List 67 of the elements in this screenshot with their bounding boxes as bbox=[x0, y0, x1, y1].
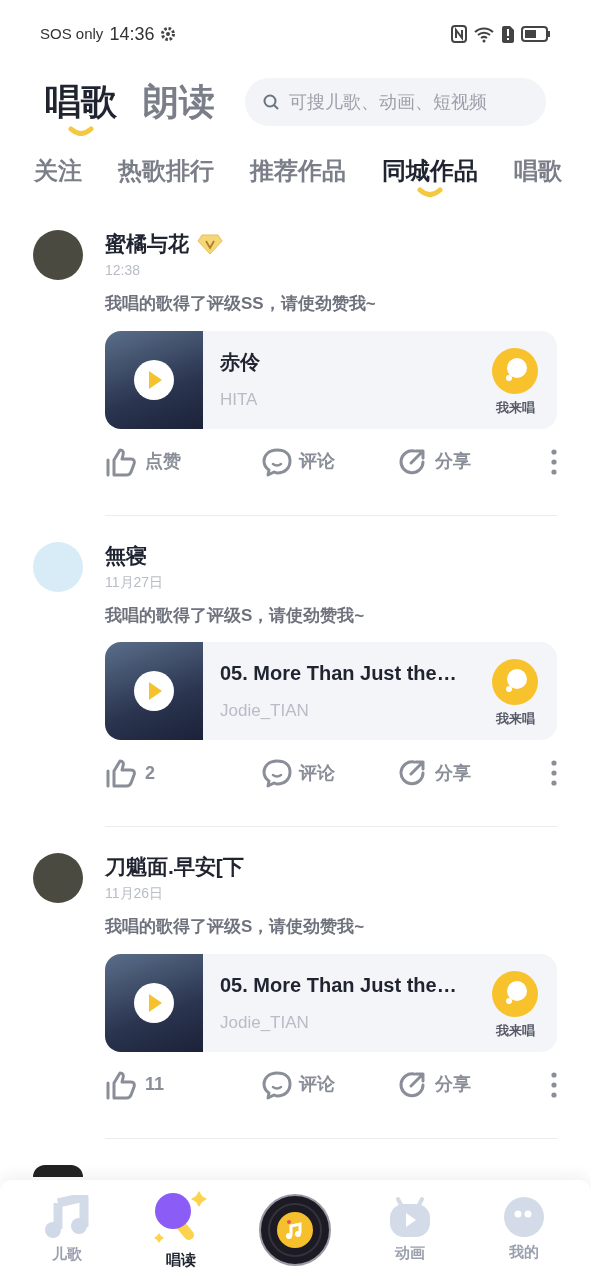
post-time: 12:38 bbox=[105, 261, 142, 280]
post-time: 11月26日 bbox=[105, 884, 165, 903]
song-card[interactable]: 05. More Than Just the… Jodie_TIAN 我来唱 bbox=[105, 953, 557, 1052]
nav-label[interactable]: 儿歌 bbox=[52, 1242, 83, 1266]
carrier-text: SOS only bbox=[40, 23, 104, 44]
like-count[interactable]: 11 bbox=[145, 1071, 165, 1098]
comment-icon[interactable] bbox=[261, 1069, 293, 1100]
vinyl-record-icon[interactable] bbox=[259, 1194, 332, 1266]
post-message: 我唱的歌得了评级S，请使劲赞我~ bbox=[105, 604, 366, 627]
song-title: 赤伶 bbox=[220, 349, 261, 375]
clock: 14:36 bbox=[109, 22, 155, 46]
song-title: 05. More Than Just the… bbox=[220, 972, 458, 998]
comment-label[interactable]: 评论 bbox=[299, 759, 335, 787]
thumbs-up-icon[interactable] bbox=[105, 446, 139, 477]
header-tab[interactable]: 唱歌 bbox=[45, 80, 117, 124]
play-icon[interactable] bbox=[134, 671, 174, 711]
category-tab[interactable]: 唱歌 bbox=[514, 153, 562, 189]
play-icon[interactable] bbox=[134, 359, 174, 400]
category-tab[interactable]: 同城作品 bbox=[382, 153, 478, 189]
search-field[interactable]: 可搜儿歌、动画、短视频 bbox=[245, 78, 546, 126]
nav-label[interactable]: 我的 bbox=[508, 1240, 539, 1264]
more-icon[interactable] bbox=[550, 1071, 558, 1098]
like-count[interactable]: 点赞 bbox=[145, 448, 181, 475]
header-tab[interactable]: 朗读 bbox=[143, 80, 215, 124]
post-message: 我唱的歌得了评级SS，请使劲赞我~ bbox=[105, 293, 377, 315]
sing-label[interactable]: 我来唱 bbox=[495, 1020, 535, 1041]
nav-label[interactable]: 唱读 bbox=[166, 1248, 197, 1272]
sing-label[interactable]: 我来唱 bbox=[495, 397, 535, 418]
song-artist: HITA bbox=[220, 388, 259, 411]
share-label[interactable]: 分享 bbox=[435, 759, 471, 787]
category-tab[interactable]: 关注 bbox=[34, 153, 82, 189]
wifi-icon bbox=[473, 25, 495, 43]
search-icon bbox=[263, 94, 279, 110]
play-icon[interactable] bbox=[134, 982, 174, 1023]
category-tab[interactable]: 热歌排行 bbox=[118, 153, 214, 189]
song-title: 05. More Than Just the… bbox=[220, 661, 458, 687]
share-icon[interactable] bbox=[397, 758, 427, 788]
nfc-icon bbox=[451, 25, 467, 43]
thumbs-up-icon[interactable] bbox=[105, 758, 139, 788]
post-time: 11月27日 bbox=[105, 572, 165, 592]
more-icon[interactable] bbox=[550, 760, 558, 786]
share-label[interactable]: 分享 bbox=[435, 1071, 471, 1098]
share-icon[interactable] bbox=[397, 1069, 427, 1100]
comment-icon[interactable] bbox=[261, 758, 293, 788]
comment-label[interactable]: 评论 bbox=[299, 448, 335, 475]
share-icon[interactable] bbox=[397, 446, 427, 477]
comment-label[interactable]: 评论 bbox=[299, 1071, 335, 1098]
nav-label[interactable]: 动画 bbox=[394, 1241, 425, 1265]
thumbs-up-icon[interactable] bbox=[105, 1069, 139, 1100]
like-count[interactable]: 2 bbox=[145, 759, 155, 787]
sing-label[interactable]: 我来唱 bbox=[495, 709, 535, 729]
settings-icon bbox=[160, 26, 177, 42]
song-artist: Jodie_TIAN bbox=[220, 1011, 310, 1034]
user-name[interactable]: 無寝 bbox=[105, 539, 147, 572]
category-tab[interactable]: 推荐作品 bbox=[250, 153, 346, 189]
sim-alert-icon bbox=[501, 25, 515, 43]
comment-icon[interactable] bbox=[261, 446, 293, 477]
song-card[interactable]: 05. More Than Just the… Jodie_TIAN 我来唱 bbox=[105, 642, 557, 740]
share-label[interactable]: 分享 bbox=[435, 448, 471, 475]
song-artist: Jodie_TIAN bbox=[220, 700, 310, 723]
battery-icon bbox=[521, 26, 551, 42]
user-name[interactable]: 刀魈面.早安[下 bbox=[105, 851, 244, 883]
more-icon[interactable] bbox=[550, 448, 558, 475]
search-input[interactable]: 可搜儿歌、动画、短视频 bbox=[289, 88, 528, 116]
post-message: 我唱的歌得了评级S，请使劲赞我~ bbox=[105, 916, 366, 938]
user-name[interactable]: 蜜橘与花 bbox=[105, 228, 189, 260]
song-card[interactable]: 赤伶 HITA 我来唱 bbox=[105, 330, 557, 429]
